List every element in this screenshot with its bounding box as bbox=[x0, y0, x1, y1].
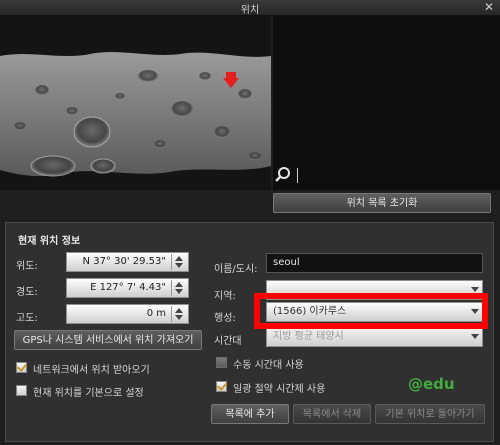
dst-checkbox[interactable] bbox=[216, 381, 227, 392]
latitude-label: 위도: bbox=[16, 261, 38, 272]
longitude-field[interactable]: E 127° 7' 4.43" bbox=[66, 278, 189, 298]
manual-timezone-checkbox[interactable] bbox=[216, 357, 227, 368]
reset-list-button[interactable]: 위치 목록 초기화 bbox=[273, 193, 491, 213]
watermark: @edu bbox=[408, 375, 455, 393]
longitude-spinner-icon[interactable] bbox=[171, 280, 186, 296]
region-label: 지역: bbox=[214, 291, 236, 302]
network-checkbox-label: 네트워크에서 위치 받아오기 bbox=[33, 365, 150, 376]
highlight-box bbox=[254, 293, 488, 329]
location-list[interactable] bbox=[273, 16, 500, 190]
current-location-title: 현재 위치 정보 bbox=[18, 236, 81, 247]
latitude-field[interactable]: N 37° 30' 29.53" bbox=[66, 252, 189, 272]
planet-map[interactable] bbox=[0, 16, 271, 190]
add-to-list-button[interactable]: 목록에 추가 bbox=[211, 404, 289, 424]
chevron-down-icon bbox=[471, 334, 479, 339]
search-input[interactable] bbox=[297, 168, 298, 183]
delete-from-list-button[interactable]: 목록에서 삭제 bbox=[293, 404, 371, 424]
timezone-select[interactable]: 지방 평균 태양시 bbox=[266, 327, 483, 347]
manual-timezone-label: 수동 시간대 사용 bbox=[233, 360, 304, 371]
network-checkbox[interactable] bbox=[16, 362, 27, 373]
dst-label: 일광 절약 시간제 사용 bbox=[233, 384, 326, 395]
name-label: 이름/도시: bbox=[214, 264, 258, 275]
latitude-value: N 37° 30' 29.53" bbox=[82, 256, 166, 267]
gps-button[interactable]: GPS나 시스템 서비스에서 위치 가져오기 bbox=[14, 330, 202, 350]
return-default-button[interactable]: 기본 위치로 돌아가기 bbox=[375, 404, 485, 424]
map-surface bbox=[0, 52, 271, 177]
default-location-checkbox[interactable] bbox=[16, 385, 27, 396]
search-icon bbox=[275, 167, 290, 182]
altitude-label: 고도: bbox=[16, 313, 38, 324]
latitude-spinner-icon[interactable] bbox=[171, 254, 186, 270]
altitude-value: 0 m bbox=[146, 308, 166, 319]
timezone-label: 시간대 bbox=[214, 336, 242, 347]
planet-label: 행성: bbox=[214, 313, 236, 324]
longitude-value: E 127° 7' 4.43" bbox=[90, 282, 166, 293]
title-bar: 위치 ✕ bbox=[0, 0, 500, 16]
longitude-label: 경도: bbox=[16, 287, 38, 298]
altitude-field[interactable]: 0 m bbox=[66, 304, 189, 324]
name-input[interactable]: seoul bbox=[266, 253, 483, 273]
default-location-label: 현재 위치를 기본으로 설정 bbox=[33, 388, 144, 399]
timezone-value: 지방 평균 태양시 bbox=[273, 331, 344, 342]
window-title: 위치 bbox=[240, 5, 260, 16]
chevron-down-icon bbox=[471, 287, 479, 292]
altitude-spinner-icon[interactable] bbox=[171, 306, 186, 322]
close-icon[interactable]: ✕ bbox=[484, 0, 494, 14]
